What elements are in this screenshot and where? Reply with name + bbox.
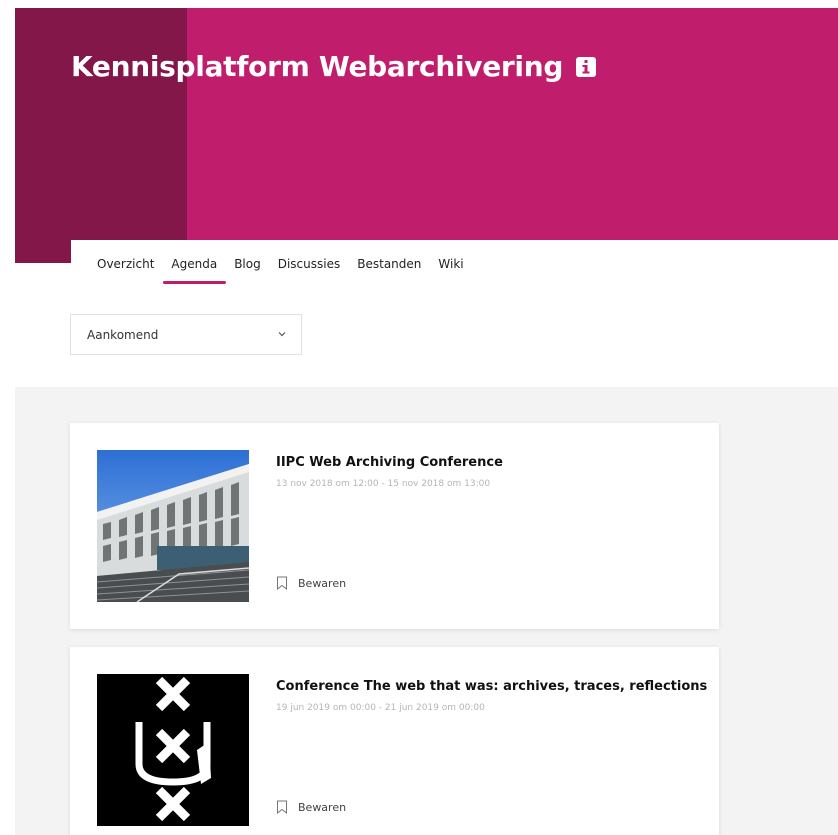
group-title: Kennisplatform Webarchivering: [71, 50, 597, 83]
save-button[interactable]: Bewaren: [276, 800, 346, 814]
event-title[interactable]: Conference The web that was: archives, t…: [276, 679, 707, 694]
save-button[interactable]: Bewaren: [276, 576, 346, 590]
bookmark-icon: [277, 576, 287, 590]
event-title[interactable]: IIPC Web Archiving Conference: [276, 455, 503, 470]
tab-overzicht[interactable]: Overzicht: [97, 257, 154, 271]
hero-accent-block: [15, 8, 187, 263]
event-image[interactable]: [97, 674, 249, 826]
save-label: Bewaren: [298, 576, 347, 590]
tab-wiki[interactable]: Wiki: [438, 257, 463, 271]
event-card[interactable]: IIPC Web Archiving Conference 13 nov 201…: [70, 423, 719, 629]
tab-discussies[interactable]: Discussies: [278, 257, 341, 271]
event-card[interactable]: Conference The web that was: archives, t…: [70, 647, 719, 835]
tab-bestanden[interactable]: Bestanden: [357, 257, 421, 271]
tab-agenda[interactable]: Agenda: [163, 257, 226, 284]
group-title-text: Kennisplatform Webarchivering: [71, 50, 564, 83]
nav-tabs: Overzicht Agenda Blog Discussies Bestand…: [97, 257, 481, 284]
event-date: 13 nov 2018 om 12:00 - 15 nov 2018 om 13…: [276, 479, 491, 489]
save-label: Bewaren: [298, 800, 347, 814]
chevron-down-icon: [278, 332, 286, 337]
event-filter-select[interactable]: Aankomend: [70, 314, 302, 355]
event-image[interactable]: [97, 450, 249, 602]
event-filter-value: Aankomend: [87, 327, 159, 342]
bookmark-icon: [277, 800, 287, 814]
hero-banner: [187, 8, 838, 240]
info-icon[interactable]: [575, 56, 597, 78]
event-date: 19 jun 2019 om 00:00 - 21 jun 2019 om 00…: [276, 703, 485, 713]
tab-blog[interactable]: Blog: [234, 257, 261, 271]
